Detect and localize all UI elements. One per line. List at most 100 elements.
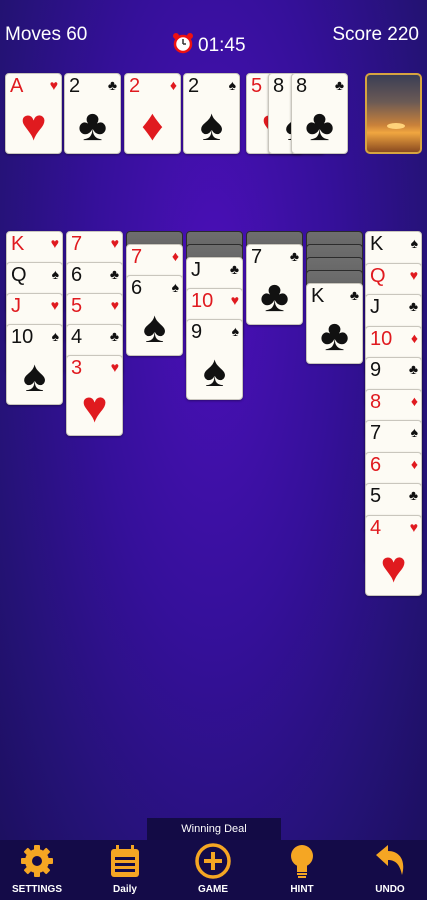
card-rank: 9 <box>191 321 203 343</box>
card-suit-big: ♠ <box>202 347 227 396</box>
alarm-clock-icon <box>172 32 194 60</box>
card-suit-small: ♠ <box>228 77 236 93</box>
hint-button[interactable]: HINT <box>267 840 337 900</box>
winning-deal-label: Winning Deal <box>147 818 281 842</box>
foundation-card[interactable]: 2 ♦ ♦ <box>124 73 181 154</box>
waste-card[interactable]: 8 ♣ ♣ <box>291 73 348 154</box>
card-rank: 4 <box>71 326 83 348</box>
tableau-card[interactable]: K ♣ ♣ <box>306 283 363 364</box>
card-suit-small: ♣ <box>109 328 119 344</box>
card-suit-small: ♥ <box>49 77 58 93</box>
card-rank: Q <box>11 264 27 286</box>
stock-pile[interactable] <box>365 73 422 154</box>
card-suit-big: ♣ <box>305 101 334 150</box>
card-suit-small: ♣ <box>408 361 418 377</box>
card-rank: 10 <box>191 290 214 312</box>
card-rank: 7 <box>131 246 143 268</box>
card-rank: 5 <box>71 295 83 317</box>
card-rank: 2 <box>188 75 200 97</box>
card-rank: 10 <box>370 327 393 350</box>
card-suit-small: ♣ <box>229 261 239 277</box>
card-rank: 5 <box>251 75 263 97</box>
card-suit-small: ♥ <box>409 518 418 535</box>
card-suit-big: ♦ <box>141 101 164 150</box>
sunset-art <box>387 123 405 129</box>
card-suit-small: ♦ <box>410 329 418 346</box>
undo-button[interactable]: UNDO <box>355 840 425 900</box>
daily-label: Daily <box>113 884 137 895</box>
card-suit-small: ♠ <box>171 279 179 295</box>
card-rank: J <box>11 295 21 317</box>
game-label: GAME <box>198 884 228 895</box>
card-rank: 8 <box>296 75 308 97</box>
card-rank: 10 <box>11 326 34 348</box>
card-suit-small: ♣ <box>408 487 418 503</box>
foundation-card[interactable]: 2 ♣ ♣ <box>64 73 121 154</box>
card-suit-small: ♥ <box>409 266 418 283</box>
card-rank: 2 <box>129 75 141 97</box>
card-suit-small: ♥ <box>230 292 239 308</box>
daily-button[interactable]: Daily <box>90 840 160 900</box>
card-rank: A <box>10 75 24 97</box>
tableau-card[interactable]: 9 ♠ ♠ <box>186 319 243 400</box>
card-rank: J <box>370 296 380 318</box>
card-rank: J <box>191 259 201 281</box>
foundation-card[interactable]: A ♥ ♥ <box>5 73 62 154</box>
plus-circle-icon <box>194 842 232 885</box>
card-suit-big: ♥ <box>81 383 108 432</box>
calendar-icon <box>108 843 142 884</box>
card-suit-small: ♠ <box>231 323 239 339</box>
card-suit-small: ♣ <box>349 287 359 303</box>
tableau-card[interactable]: 3 ♥ ♥ <box>66 355 123 436</box>
card-suit-big: ♣ <box>78 101 107 150</box>
timer-text: 01:45 <box>198 35 246 56</box>
card-rank: Q <box>370 264 386 287</box>
card-suit-big: ♥ <box>20 101 47 150</box>
card-rank: 5 <box>370 485 382 507</box>
settings-label: SETTINGS <box>11 884 62 895</box>
tableau-card[interactable]: 6 ♠ ♠ <box>126 275 183 356</box>
foundation-card[interactable]: 2 ♠ ♠ <box>183 73 240 154</box>
card-rank: 3 <box>71 357 83 379</box>
card-rank: 6 <box>131 277 143 299</box>
settings-button[interactable]: SETTINGS <box>2 840 72 900</box>
card-rank: 8 <box>370 390 382 413</box>
card-suit-big: ♥ <box>380 542 407 592</box>
card-suit-big: ♣ <box>260 272 289 321</box>
card-rank: 8 <box>273 75 285 97</box>
card-rank: 7 <box>251 246 263 268</box>
hint-label: HINT <box>290 884 314 895</box>
card-suit-small: ♠ <box>51 266 59 282</box>
card-suit-small: ♣ <box>109 266 119 282</box>
card-suit-small: ♣ <box>107 77 117 93</box>
card-suit-small: ♦ <box>169 77 177 93</box>
tableau-card[interactable]: 10 ♠ ♠ <box>6 324 63 405</box>
card-rank: 6 <box>71 264 83 286</box>
card-rank: 7 <box>71 233 83 255</box>
card-suit-small: ♥ <box>110 235 119 251</box>
undo-label: UNDO <box>375 884 405 895</box>
card-suit-small: ♣ <box>408 298 418 314</box>
card-suit-small: ♠ <box>410 424 418 440</box>
card-rank: 2 <box>69 75 81 97</box>
card-suit-small: ♦ <box>410 455 418 472</box>
card-suit-big: ♠ <box>142 303 167 352</box>
card-rank: 6 <box>370 453 382 476</box>
gear-icon <box>19 843 55 884</box>
card-rank: K <box>11 233 25 255</box>
tableau-card[interactable]: 7 ♣ ♣ <box>246 244 303 325</box>
timer: 01:45 <box>172 32 246 60</box>
game-button[interactable]: GAME <box>178 840 248 900</box>
card-suit-big: ♠ <box>22 352 47 401</box>
card-suit-small: ♠ <box>410 235 418 251</box>
card-suit-small: ♣ <box>334 77 344 93</box>
card-rank: 9 <box>370 359 382 381</box>
card-rank: 4 <box>370 516 382 539</box>
score-counter: Score 220 <box>332 24 419 45</box>
card-suit-small: ♣ <box>289 248 299 264</box>
card-suit-small: ♥ <box>110 359 119 375</box>
card-suit-small: ♥ <box>110 297 119 313</box>
card-rank: 7 <box>370 422 382 444</box>
tableau-card[interactable]: 4 ♥ ♥ <box>365 514 422 596</box>
card-rank: K <box>311 285 325 307</box>
